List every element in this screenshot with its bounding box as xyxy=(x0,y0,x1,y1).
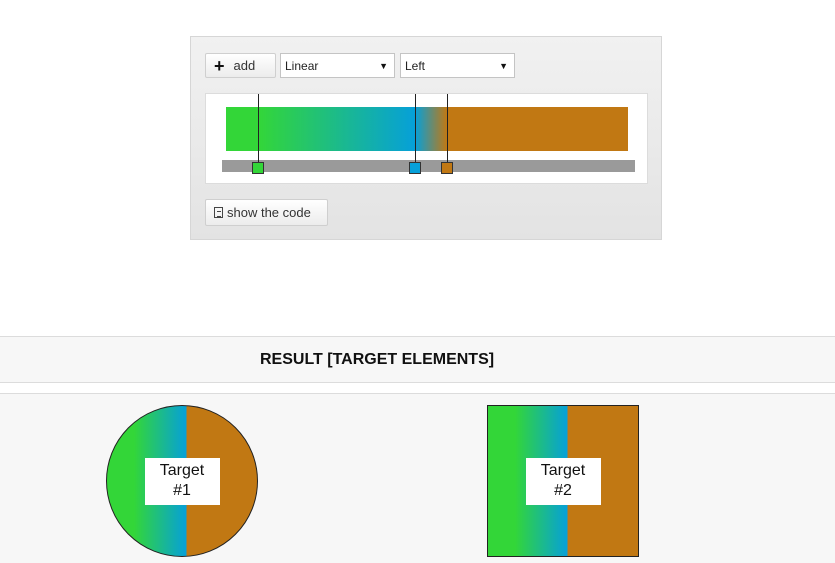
gradient-direction-select[interactable]: Left ▼ xyxy=(400,53,515,78)
target-2-label: Target #2 xyxy=(525,457,601,505)
chevron-down-icon: ▼ xyxy=(379,60,388,71)
chevron-down-icon: ▼ xyxy=(499,60,508,71)
add-button-label: add xyxy=(233,58,256,73)
gradient-preview-bar xyxy=(226,107,628,151)
gradient-type-select[interactable]: Linear ▼ xyxy=(280,53,395,78)
document-icon xyxy=(214,207,223,218)
gradient-preview-area xyxy=(205,93,648,184)
gradient-type-value: Linear xyxy=(285,58,319,73)
target-circle: Target #1 xyxy=(106,405,258,557)
gradient-editor-panel: + add Linear ▼ Left ▼ show the code xyxy=(190,36,662,240)
color-stop-handle-blue[interactable] xyxy=(408,162,421,174)
result-area: Target #1 Target #2 xyxy=(0,393,835,563)
plus-icon: + xyxy=(214,55,225,76)
color-stop-track[interactable] xyxy=(222,160,635,172)
add-stop-button[interactable]: + add xyxy=(205,53,276,78)
color-stop-handle-green[interactable] xyxy=(252,162,265,174)
result-header: RESULT [TARGET ELEMENTS] xyxy=(0,336,835,383)
target-1-label: Target #1 xyxy=(144,457,220,505)
color-stop-handle-orange[interactable] xyxy=(441,162,454,174)
target-square: Target #2 xyxy=(487,405,639,557)
result-title: RESULT [TARGET ELEMENTS] xyxy=(260,351,495,368)
gradient-direction-value: Left xyxy=(405,58,426,73)
show-code-button[interactable]: show the code xyxy=(205,199,328,226)
show-code-label: show the code xyxy=(227,205,311,220)
